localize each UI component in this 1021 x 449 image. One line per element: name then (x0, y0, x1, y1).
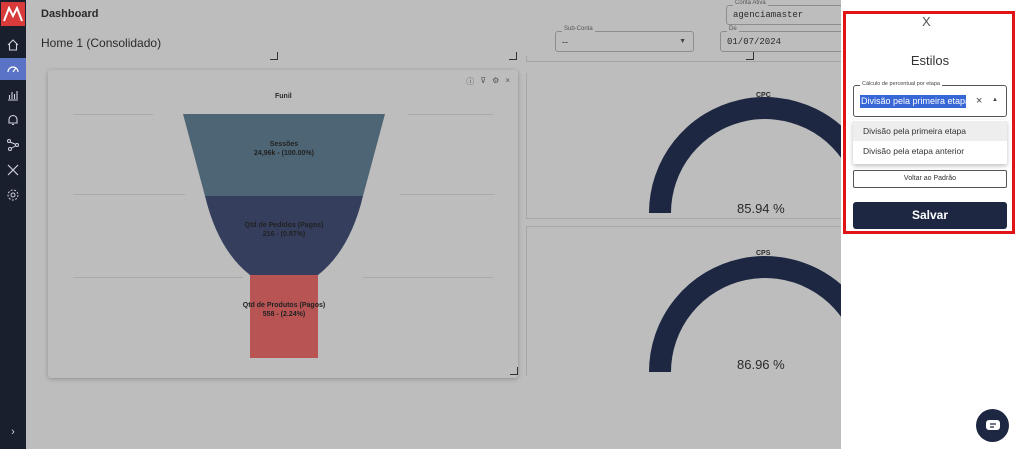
sidebar: › (0, 0, 26, 449)
option-first-stage[interactable]: Divisão pela primeira etapa (853, 121, 1007, 141)
resize-handle[interactable] (510, 367, 518, 375)
option-previous-stage[interactable]: Divisão pela etapa anterior (853, 141, 1007, 161)
app-root: › Dashboard Home 1 (Consolidado) Conta A… (0, 0, 1021, 449)
subaccount-select-label: Sub-Conta (562, 26, 595, 32)
chat-button[interactable] (976, 409, 1009, 442)
funnel-widget: ⓘ ⊽ ⚙ × Funil Sessões 24,96k - (100.00%) (48, 70, 518, 378)
resize-handle[interactable] (270, 52, 278, 60)
stage-value: 558 - (2.24%) (262, 311, 306, 318)
brand-logo[interactable] (1, 2, 25, 26)
cps-value: 86.96 % (737, 357, 785, 372)
account-select-value: agenciamaster (733, 10, 804, 20)
percentage-calc-select[interactable]: Cálculo de percentual por etapa Divisão … (853, 81, 1007, 117)
settings-gear-icon[interactable] (0, 184, 26, 206)
cps-widget: CPS 86.96 % (526, 226, 842, 376)
stage-name: Qtd de Pedidos (Pagos) (244, 222, 324, 229)
account-select[interactable]: Conta Ativa agenciamaster (726, 0, 846, 25)
chevron-up-icon[interactable]: ▲ (992, 97, 998, 103)
save-button[interactable]: Salvar (853, 202, 1007, 229)
brand-logo-icon (3, 6, 23, 22)
reports-chart-icon[interactable] (0, 84, 26, 106)
account-select-label: Conta Ativa (733, 0, 768, 6)
funnel-stage-pedidos-label: Qtd de Pedidos (Pagos) 216 - (0.87%) (204, 221, 364, 239)
stage-name: Sessões (269, 141, 299, 148)
subaccount-select[interactable]: Sub-Conta -- ▼ (555, 26, 694, 52)
stage-name: Qtd de Produtos (Pagos) (242, 302, 326, 309)
dashboard-main: Dashboard Home 1 (Consolidado) Conta Ati… (26, 0, 850, 449)
notifications-bell-icon[interactable] (0, 109, 26, 131)
dashboard-icon[interactable] (0, 58, 26, 80)
cpc-gauge (649, 97, 842, 214)
reset-default-button[interactable]: Voltar ao Padrão (853, 170, 1007, 188)
sidebar-expand-chevron-icon[interactable]: › (0, 422, 26, 442)
cpc-value: 85.94 % (737, 201, 785, 216)
cps-gauge (649, 256, 842, 373)
clear-icon[interactable]: × (976, 95, 982, 107)
percentage-calc-select-value[interactable]: Divisão pela primeira etapa (860, 95, 966, 108)
chat-bubble-icon (985, 419, 1000, 430)
date-from-value: 01/07/2024 (727, 37, 782, 47)
cpc-gauge-arc (649, 97, 842, 214)
funnel-stage-produtos-label: Qtd de Produtos (Pagos) 558 - (2.24%) (204, 301, 364, 319)
stage-value: 216 - (0.87%) (262, 231, 306, 238)
cpc-widget: CPC 85.94 % (526, 73, 842, 219)
page-title: Home 1 (Consolidado) (41, 36, 162, 50)
resize-handle[interactable] (509, 52, 517, 60)
date-from-field[interactable]: De 01/07/2024 (720, 26, 850, 52)
percentage-calc-dropdown: Divisão pela primeira etapa Divisão pela… (853, 120, 1007, 164)
funnel-stage-sessoes-label: Sessões 24,96k - (100.00%) (204, 140, 364, 158)
percentage-calc-select-label: Cálculo de percentual por etapa (860, 81, 942, 87)
tools-icon[interactable] (0, 159, 26, 181)
widget-edge (526, 56, 841, 62)
date-from-label: De (727, 26, 739, 32)
close-panel-button[interactable]: X (922, 14, 931, 29)
subaccount-select-value: -- (562, 37, 568, 47)
stage-value: 24,96k - (100.00%) (254, 150, 314, 157)
panel-title: Estilos (910, 53, 950, 68)
subaccount-chevron-down-icon: ▼ (679, 38, 686, 45)
section-label: Dashboard (41, 8, 99, 20)
integrations-network-icon[interactable] (0, 134, 26, 156)
home-icon[interactable] (0, 34, 26, 56)
